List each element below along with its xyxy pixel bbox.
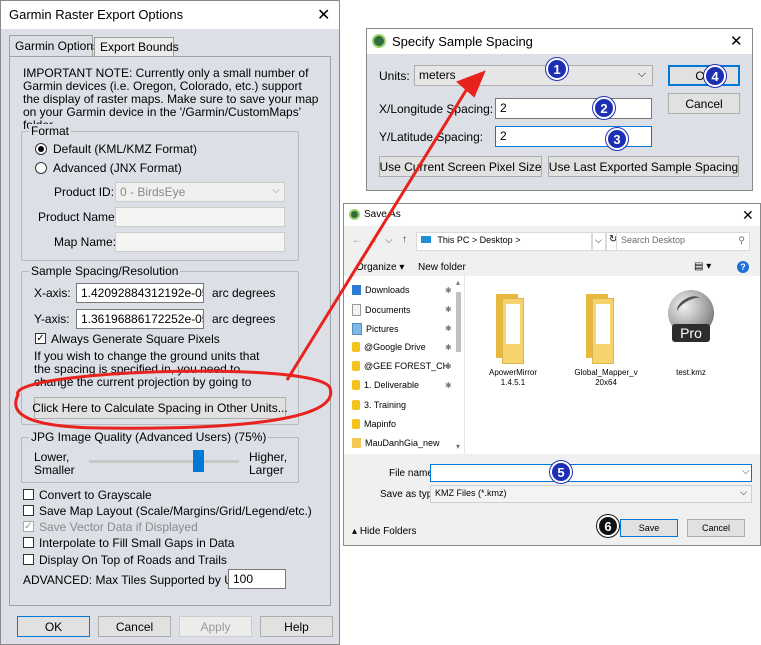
annotation-arrow-head xyxy=(456,70,486,98)
callout-1: 1 xyxy=(546,58,568,80)
callout-5: 5 xyxy=(550,461,572,483)
annotation-arrow-line xyxy=(285,83,472,381)
callout-4: 4 xyxy=(704,65,726,87)
annotation-overlay xyxy=(14,70,486,430)
annotation-ellipse xyxy=(14,369,333,430)
callout-3: 3 xyxy=(606,128,628,150)
callout-6: 6 xyxy=(597,515,619,537)
callout-2: 2 xyxy=(593,97,615,119)
